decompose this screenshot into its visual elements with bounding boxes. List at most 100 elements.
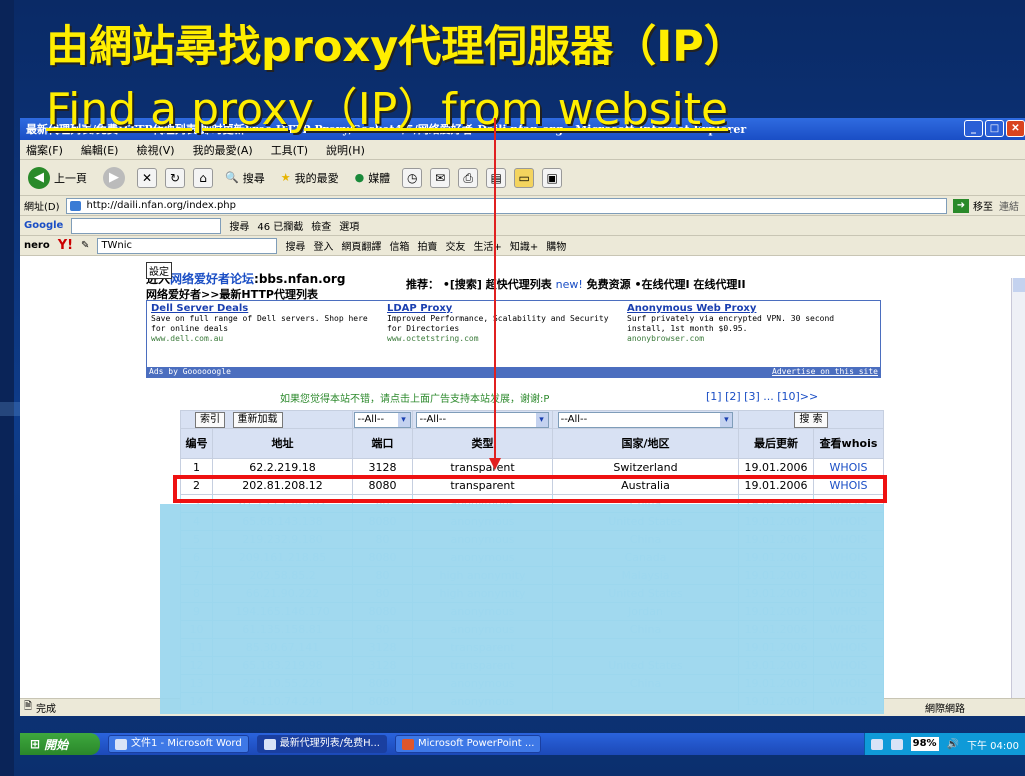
- new-badge: new!: [555, 278, 583, 291]
- dating-button[interactable]: 交友: [445, 238, 465, 253]
- yahoo-search-button[interactable]: 搜尋: [285, 238, 305, 253]
- windows-logo-icon: ⊞: [30, 737, 41, 751]
- row-address: 62.2.219.18: [212, 458, 353, 477]
- google-toolbar: Google 搜尋 46 已攔截 檢查 選項: [20, 216, 1025, 236]
- menu-help[interactable]: 說明(H): [326, 142, 365, 158]
- advertise-link[interactable]: Advertise on this site: [772, 367, 878, 377]
- edit-icon[interactable]: ▤: [486, 167, 507, 188]
- start-button[interactable]: ⊞ 開始: [20, 733, 100, 755]
- mailbox-button[interactable]: 信箱: [389, 238, 409, 253]
- table-header: 编号 地址 端口 类型 国家/地区 最后更新 查看whois: [180, 428, 884, 459]
- nero-label: nero: [24, 240, 50, 251]
- free-resource-link[interactable]: 免费资源: [587, 278, 631, 291]
- login-button[interactable]: 登入: [313, 238, 333, 253]
- highlight-box: [173, 475, 887, 503]
- home-icon[interactable]: ⌂: [193, 167, 213, 188]
- favorites-button[interactable]: ★ 我的最愛: [277, 168, 343, 188]
- menu-tools[interactable]: 工具(T): [271, 142, 308, 158]
- forward-button[interactable]: ▶: [99, 165, 129, 191]
- status-text: 完成: [36, 704, 57, 715]
- messenger-icon[interactable]: ▣: [542, 167, 563, 188]
- forward-arrow-icon: ▶: [103, 166, 125, 189]
- print-icon[interactable]: ⎙: [458, 167, 479, 188]
- online-proxy-link[interactable]: •在线代理I 在线代理II: [634, 278, 745, 291]
- menu-favorites[interactable]: 我的最愛(A): [193, 142, 253, 158]
- index-button[interactable]: 索引: [195, 411, 225, 428]
- ads-footer: Ads by Goooooogle Advertise on this site: [147, 367, 880, 377]
- network-icon[interactable]: [890, 738, 903, 750]
- ad-ldap[interactable]: LDAP Proxy Improved Performance, Scalabi…: [387, 304, 617, 344]
- back-arrow-icon: ◀: [28, 166, 50, 189]
- table-row: 1 62.2.219.18 3128 transparent Switzerland 19…: [180, 458, 884, 477]
- page-icon: 🗎: [24, 701, 33, 712]
- yahoo-search-input[interactable]: TWnic: [97, 237, 278, 254]
- forum-link[interactable]: 网络爱好者论坛: [170, 272, 254, 286]
- row-whois-link[interactable]: WHOIS: [813, 458, 884, 477]
- address-input[interactable]: http://daili.nfan.org/index.php: [65, 197, 947, 214]
- links-label[interactable]: 連結: [999, 198, 1019, 213]
- search-submit-button[interactable]: 搜 索: [794, 411, 828, 428]
- menu-view[interactable]: 檢視(V): [136, 142, 174, 158]
- shopping-button[interactable]: 購物: [546, 238, 566, 253]
- col-updated: 最后更新: [738, 428, 814, 459]
- row-type: transparent: [412, 458, 553, 477]
- type-select[interactable]: --All--: [416, 411, 549, 428]
- spellcheck-button[interactable]: 檢查: [311, 218, 331, 233]
- mail-icon[interactable]: ✉: [430, 167, 451, 188]
- system-tray: 98% 🔊 下午 04:00: [863, 733, 1025, 755]
- knowledge-button[interactable]: 知識+: [510, 238, 538, 253]
- pencil-icon[interactable]: ✎: [81, 240, 89, 251]
- country-select[interactable]: --All--: [557, 411, 734, 428]
- address-label: 網址(D): [24, 202, 60, 213]
- life-button[interactable]: 生活+: [473, 238, 501, 253]
- search-button[interactable]: 🔍 搜尋: [221, 168, 269, 188]
- ad-anonymous[interactable]: Anonymous Web Proxy Surf privately via e…: [627, 304, 857, 344]
- back-button[interactable]: ◀ 上一頁: [24, 165, 91, 191]
- task-ie[interactable]: 最新代理列表/免费H...: [256, 735, 387, 753]
- google-options-button[interactable]: 選項: [339, 218, 359, 233]
- media-button[interactable]: ● 媒體: [351, 168, 395, 188]
- row-number: 1: [180, 458, 213, 477]
- battery-indicator[interactable]: 98%: [910, 737, 939, 751]
- word-icon: [115, 738, 127, 750]
- stop-icon[interactable]: ✕: [137, 167, 157, 188]
- reload-button[interactable]: 重新加载: [232, 411, 283, 428]
- folder-icon[interactable]: ▭: [514, 167, 535, 188]
- pagination[interactable]: [1] [2] [3] ... [10]>>: [706, 390, 818, 403]
- maximize-icon[interactable]: □: [985, 120, 1004, 137]
- keyboard-icon[interactable]: [870, 738, 883, 750]
- auction-button[interactable]: 拍賣: [417, 238, 437, 253]
- menu-file[interactable]: 檔案(F): [26, 142, 63, 158]
- windows-taskbar: ⊞ 開始 文件1 - Microsoft Word 最新代理列表/免费H... M…: [20, 733, 1025, 755]
- zone-text: 網際網路: [925, 704, 965, 715]
- vertical-scrollbar[interactable]: [1011, 278, 1025, 698]
- task-word[interactable]: 文件1 - Microsoft Word: [108, 735, 249, 753]
- minimize-icon[interactable]: _: [964, 120, 983, 137]
- volume-icon[interactable]: 🔊: [947, 739, 959, 750]
- standard-toolbar: ◀ 上一頁 ▶ ✕ ↻ ⌂ 🔍 搜尋 ★ 我的最愛 ● 媒體 ◷ ✉ ⎙ ▤ ▭ ▣: [20, 160, 1025, 196]
- port-select[interactable]: --All--: [354, 411, 411, 428]
- refresh-icon[interactable]: ↻: [165, 167, 185, 188]
- task-powerpoint[interactable]: Microsoft PowerPoint ...: [394, 735, 542, 753]
- google-logo[interactable]: Google: [24, 220, 63, 231]
- yahoo-logo-icon[interactable]: Y!: [58, 238, 73, 253]
- translate-button[interactable]: 網頁翻譯: [341, 238, 381, 253]
- col-type: 类型: [412, 428, 553, 459]
- clock: 下午 04:00: [967, 740, 1019, 752]
- history-icon[interactable]: ◷: [402, 167, 423, 188]
- google-ads-box: Dell Server Deals Save on full range of …: [146, 300, 881, 378]
- col-address: 地址: [212, 428, 353, 459]
- ads-by-link[interactable]: Ads by Goooooogle: [149, 367, 231, 376]
- settings-label[interactable]: 設定: [146, 262, 172, 279]
- menu-edit[interactable]: 編輯(E): [81, 142, 119, 158]
- search-link[interactable]: •[搜索]: [443, 278, 482, 291]
- ad-dell[interactable]: Dell Server Deals Save on full range of …: [151, 304, 381, 344]
- address-bar: 網址(D) http://daili.nfan.org/index.php ➜ 移…: [20, 196, 1025, 216]
- menu-bar: 檔案(F) 編輯(E) 檢視(V) 我的最愛(A) 工具(T) 說明(H): [20, 140, 1025, 160]
- close-icon[interactable]: ✕: [1006, 120, 1025, 137]
- google-search-button[interactable]: 搜尋: [229, 218, 249, 233]
- go-button[interactable]: ➜ 移至: [953, 198, 993, 213]
- popup-blocked-count[interactable]: 46 已攔截: [257, 218, 303, 233]
- google-search-input[interactable]: [71, 217, 222, 234]
- slide-title-english: Find a proxy（IP）from website: [46, 84, 729, 135]
